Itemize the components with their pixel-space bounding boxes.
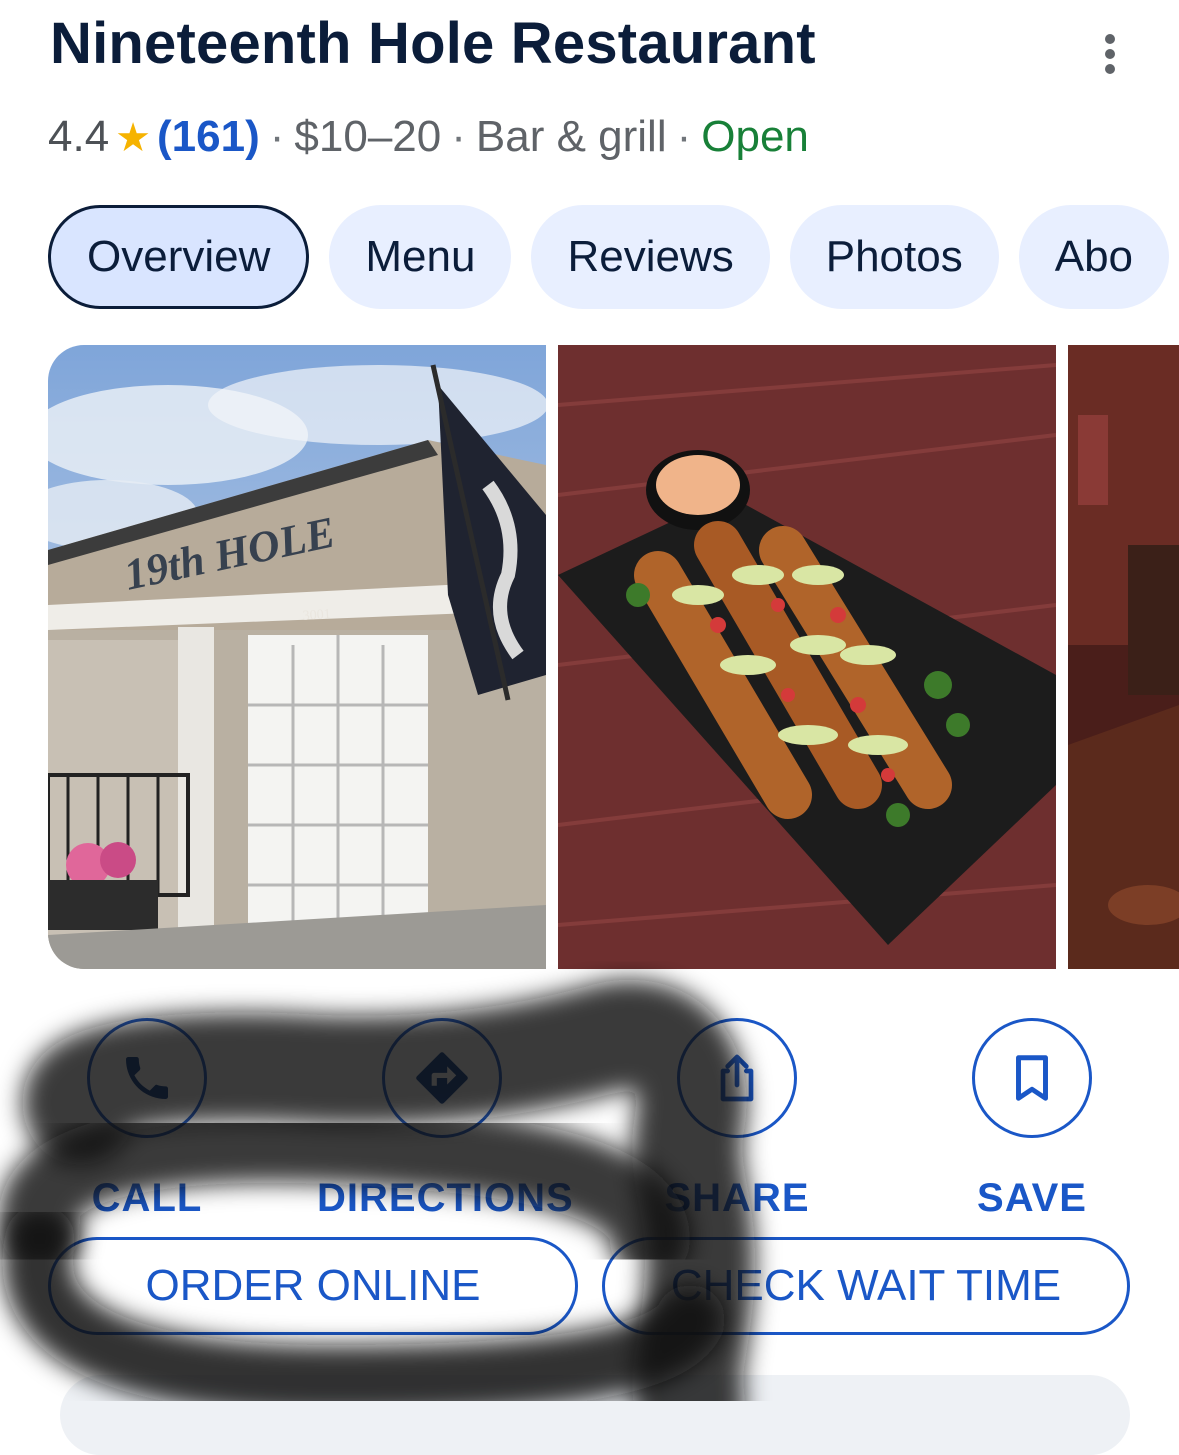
share-label: SHARE (664, 1176, 810, 1220)
rating-value: 4.4 (48, 112, 110, 161)
tab-photos[interactable]: Photos (789, 205, 999, 309)
directions-icon (416, 1052, 468, 1104)
directions-circle[interactable] (382, 1018, 502, 1138)
directions-label: DIRECTIONS (317, 1176, 574, 1220)
tab-bar: Overview Menu Reviews Photos Abo (48, 205, 1170, 309)
share-circle[interactable] (677, 1018, 797, 1138)
tab-menu[interactable]: Menu (329, 205, 512, 309)
phone-icon (126, 1057, 168, 1099)
share-icon (720, 1054, 754, 1102)
bookmark-icon (1016, 1055, 1048, 1101)
category: Bar & grill (475, 112, 667, 161)
price-range: $10–20 (294, 112, 442, 161)
next-section-card (60, 1375, 1130, 1455)
share-button[interactable]: SHARE (612, 1018, 862, 1221)
separator: · (451, 112, 466, 161)
star-icon: ★ (115, 116, 152, 160)
save-label: SAVE (977, 1176, 1087, 1220)
tab-reviews[interactable]: Reviews (531, 205, 770, 309)
order-online-button[interactable]: ORDER ONLINE (48, 1237, 578, 1335)
check-wait-time-button[interactable]: CHECK WAIT TIME (602, 1237, 1130, 1335)
place-title: Nineteenth Hole Restaurant (50, 11, 816, 76)
save-circle[interactable] (972, 1018, 1092, 1138)
directions-button[interactable]: DIRECTIONS (317, 1018, 574, 1221)
open-status: Open (701, 112, 809, 161)
photo-carousel[interactable]: 19th HOLE 3001 (48, 345, 1179, 969)
save-button[interactable]: SAVE (907, 1018, 1157, 1221)
call-button[interactable]: CALL (22, 1018, 272, 1221)
separator: · (269, 112, 285, 161)
photo-building-exterior[interactable]: 19th HOLE 3001 (48, 345, 546, 969)
tab-about[interactable]: Abo (1018, 205, 1170, 309)
call-label: CALL (91, 1176, 203, 1220)
more-options-icon[interactable] (1088, 30, 1132, 78)
address-number: 3001 (302, 607, 331, 624)
tab-overview[interactable]: Overview (48, 205, 310, 309)
separator: · (676, 112, 692, 161)
action-row: CALL DIRECTIONS SHARE SAVE (0, 1018, 1179, 1221)
call-circle[interactable] (87, 1018, 207, 1138)
photo-interior[interactable] (1068, 345, 1179, 969)
photo-flautas-dish[interactable] (558, 345, 1056, 969)
place-meta: 4.4 ★ (161) · $10–20 · Bar & grill · Open (48, 112, 809, 162)
review-count-link[interactable]: (161) (157, 112, 260, 161)
